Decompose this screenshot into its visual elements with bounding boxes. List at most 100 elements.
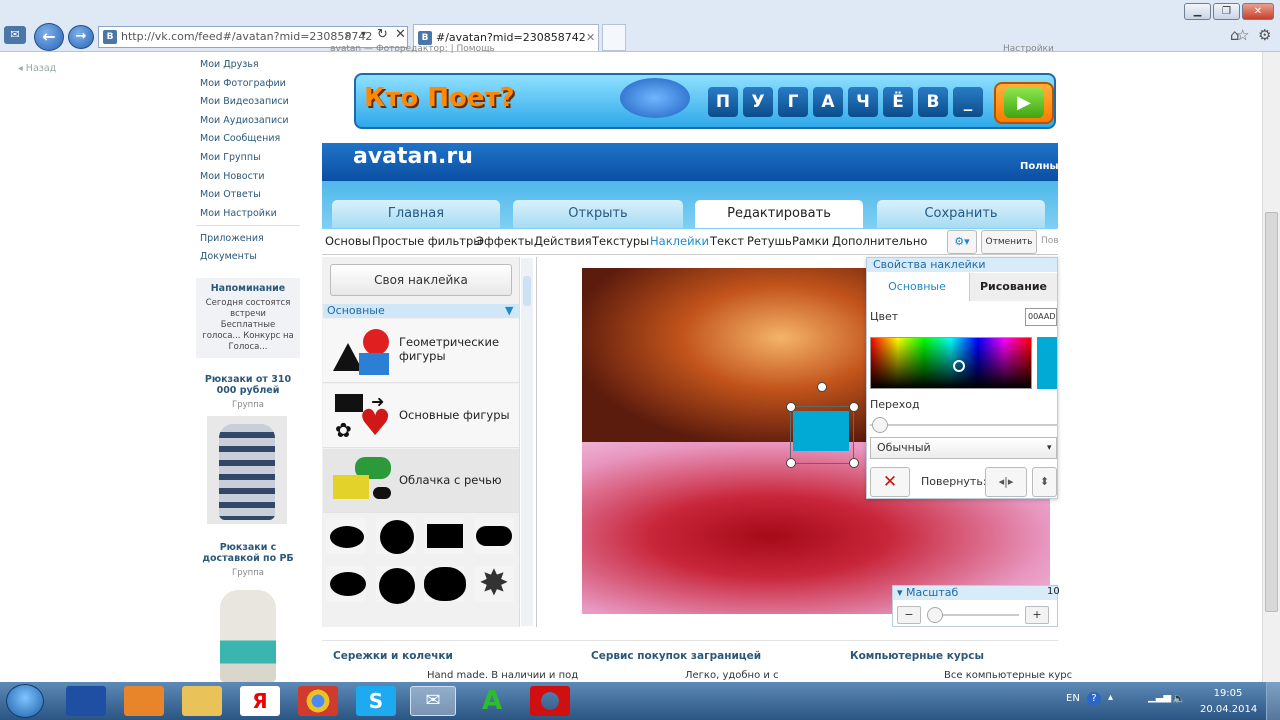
media-player-icon[interactable] [124, 686, 164, 716]
bubble-item[interactable] [376, 566, 416, 604]
clock-time[interactable]: 19:05 [1200, 688, 1256, 699]
sub-tab-filters[interactable]: Простые фильтры [372, 234, 482, 248]
start-button[interactable] [6, 684, 44, 718]
back-button[interactable]: ← [34, 23, 64, 51]
own-sticker-button[interactable]: Своя наклейка [330, 264, 512, 296]
category-basic[interactable]: ➜ ✿ ♥ Основные фигуры [323, 384, 519, 448]
props-tab-draw[interactable]: Рисование [969, 273, 1057, 301]
opera-icon[interactable] [530, 686, 570, 716]
new-tab-button[interactable] [602, 24, 626, 51]
yandex-icon[interactable]: Я [240, 686, 280, 716]
tab-home[interactable]: Главная [332, 200, 500, 228]
banner-play-button[interactable]: ▶ [994, 82, 1054, 124]
fullscreen-link[interactable]: Полный [1020, 161, 1066, 172]
dropdown-icon[interactable]: ▾ [361, 29, 366, 40]
sidebar-item-audio[interactable]: Мои Аудиозаписи [200, 115, 289, 126]
sub-tab-textures[interactable]: Текстуры [592, 234, 649, 248]
forward-button[interactable]: → [68, 25, 94, 49]
backpack-image-2[interactable] [212, 586, 284, 682]
transition-slider[interactable] [870, 417, 1057, 433]
explorer-icon[interactable] [182, 686, 222, 716]
sidebar-item-photos[interactable]: Мои Фотографии [200, 78, 286, 89]
backpack-image-1[interactable] [207, 416, 287, 524]
category-geometric[interactable]: Геометрические фигуры [323, 319, 519, 383]
panel-scrollbar[interactable] [521, 258, 533, 626]
site-logo[interactable]: avatan.ru [353, 144, 473, 169]
bubble-item[interactable] [424, 566, 464, 602]
show-desktop-button[interactable] [1266, 682, 1280, 720]
color-cursor[interactable] [953, 360, 965, 372]
sub-tab-basics[interactable]: Основы [325, 234, 371, 248]
redo-button[interactable]: Пов [1041, 236, 1059, 246]
mail-app-icon[interactable]: ✉ [410, 686, 456, 716]
sticker-speech-bubble[interactable] [793, 411, 849, 451]
sidebar-item-answers[interactable]: Мои Ответы [200, 189, 261, 200]
close-tab-icon[interactable]: ✕ [586, 25, 595, 51]
flip-horizontal-button[interactable]: ◂|▸ [985, 467, 1027, 497]
flip-vertical-button[interactable]: ⬍ [1032, 467, 1057, 497]
page-scrollbar[interactable] [1262, 52, 1280, 682]
language-indicator[interactable]: EN [1066, 693, 1080, 704]
sub-tab-retouch[interactable]: Ретушь [747, 234, 792, 248]
sidebar-item-docs[interactable]: Документы [200, 251, 257, 262]
ad-earrings-title[interactable]: Сережки и колечки [333, 650, 453, 662]
stop-icon[interactable]: ✕ [395, 27, 406, 42]
sidebar-item-apps[interactable]: Приложения [200, 233, 264, 244]
scroll-thumb[interactable] [1265, 212, 1278, 612]
tab-edit[interactable]: Редактировать [695, 200, 863, 228]
zoom-thumb[interactable] [927, 607, 943, 623]
panel-scroll-thumb[interactable] [523, 276, 531, 306]
sticker-selection[interactable] [786, 382, 859, 468]
scale-header[interactable]: ▾ Масштаб [893, 586, 1057, 600]
app-settings-link[interactable]: Настройки [1003, 44, 1054, 54]
group-header[interactable]: Основные ▼ [323, 304, 519, 318]
settings-icon[interactable]: ⚙ [1258, 26, 1271, 44]
blend-mode-select[interactable]: Обычный ▾ [870, 437, 1057, 459]
antivirus-icon[interactable]: A [472, 686, 512, 716]
sidebar-item-messages[interactable]: Мои Сообщения [200, 133, 280, 144]
favorites-icon[interactable]: ☆ [1236, 26, 1249, 44]
bubble-item[interactable] [326, 566, 366, 602]
resize-handle[interactable] [849, 458, 859, 468]
reminder-box[interactable]: Напоминание Сегодня состоятся встречи Бе… [196, 278, 300, 358]
ad-courses-title[interactable]: Компьютерные курсы [850, 650, 984, 662]
sidebar-item-groups[interactable]: Мои Группы [200, 152, 261, 163]
back-link[interactable]: ◂ Назад [18, 63, 56, 74]
undo-button[interactable]: Отменить [981, 230, 1037, 254]
rotate-handle[interactable] [817, 382, 827, 392]
bubble-item[interactable] [474, 518, 514, 554]
sidebar-item-videos[interactable]: Мои Видеозаписи [200, 96, 289, 107]
tray-arrow-icon[interactable]: ▴ [1108, 692, 1113, 703]
maximize-button[interactable]: ❐ [1213, 3, 1240, 20]
props-tab-basic[interactable]: Основные [867, 273, 967, 301]
refresh-icon[interactable]: ↻ [377, 27, 388, 42]
chrome-icon[interactable] [298, 686, 338, 716]
bubble-item[interactable] [326, 518, 366, 554]
bubble-item[interactable]: ✸ [474, 566, 514, 602]
sub-tab-effects[interactable]: Эффекты [476, 234, 534, 248]
save-app-icon[interactable] [66, 686, 106, 716]
sidebar-item-friends[interactable]: Мои Друзья [200, 59, 259, 70]
ad-shopping-title[interactable]: Сервис покупок заграницей [591, 650, 761, 662]
ad-title-2[interactable]: Рюкзаки с доставкой по РБ [200, 542, 296, 564]
zoom-slider[interactable] [927, 607, 1019, 623]
tab-save[interactable]: Сохранить [877, 200, 1045, 228]
ad-title-1[interactable]: Рюкзаки от 310 000 рублей [200, 374, 296, 396]
sub-tab-text[interactable]: Текст [710, 234, 744, 248]
sub-tab-actions[interactable]: Действия [534, 234, 592, 248]
sidebar-item-news[interactable]: Мои Новости [200, 171, 265, 182]
resize-handle[interactable] [849, 402, 859, 412]
category-speech-bubbles[interactable]: Облачка с речью [323, 449, 519, 513]
gear-icon[interactable]: ⚙▾ [947, 230, 977, 254]
sub-tab-more[interactable]: Дополнительно [832, 234, 927, 248]
slider-thumb[interactable] [872, 417, 888, 433]
help-icon[interactable]: ? [1087, 692, 1101, 706]
sub-tab-frames[interactable]: Рамки [792, 234, 829, 248]
volume-icon[interactable]: 🔈 [1172, 692, 1186, 705]
resize-handle[interactable] [786, 458, 796, 468]
color-picker[interactable] [870, 337, 1032, 389]
zoom-in-button[interactable]: + [1025, 606, 1049, 624]
tab-open[interactable]: Открыть [513, 200, 683, 228]
zoom-out-button[interactable]: − [897, 606, 921, 624]
skype-icon[interactable]: S [356, 686, 396, 716]
